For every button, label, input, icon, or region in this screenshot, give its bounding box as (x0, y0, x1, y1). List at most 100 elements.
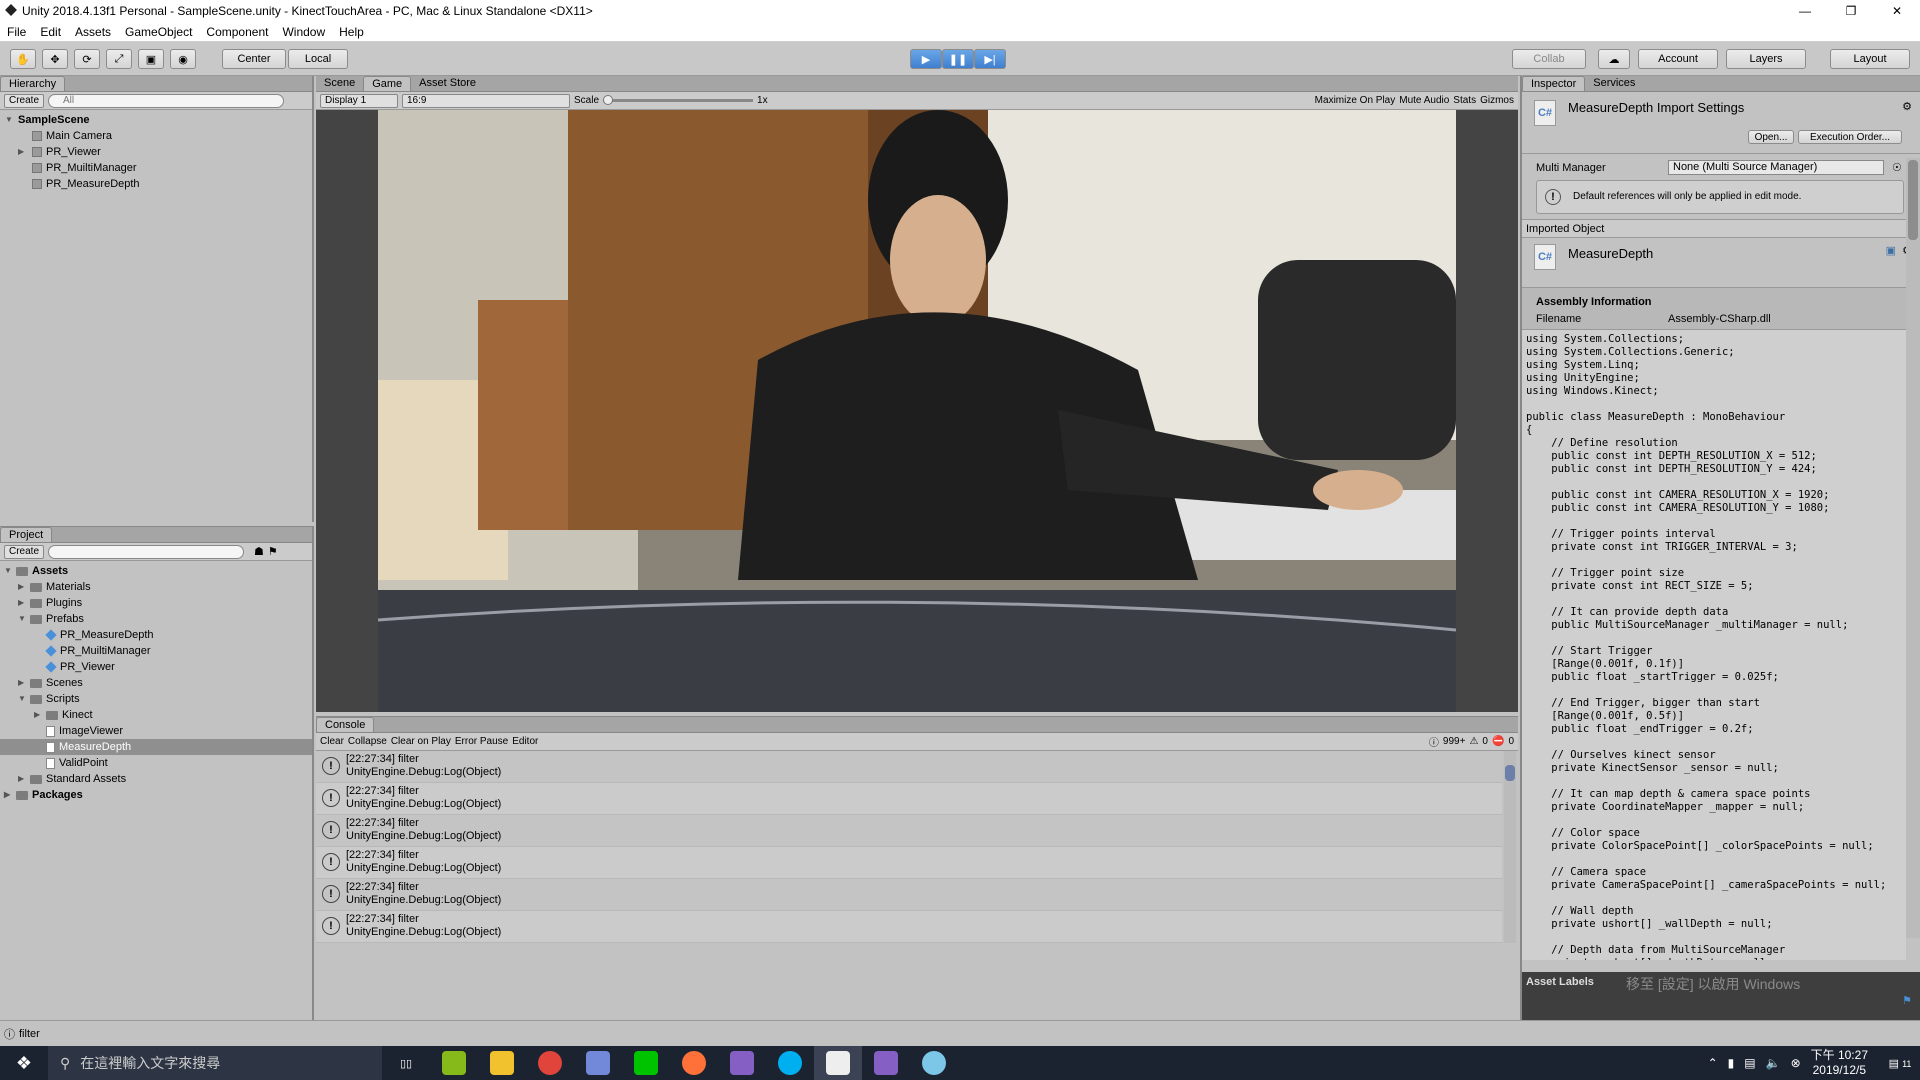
taskbar-app-skype[interactable] (766, 1046, 814, 1080)
tab-game[interactable]: Game (363, 76, 412, 91)
taskbar-app-visual-studio-2[interactable] (862, 1046, 910, 1080)
asset-pr-measuredepth[interactable]: PR_MeasureDepth (0, 627, 312, 643)
console-error-pause-button[interactable]: Error Pause (455, 736, 508, 747)
open-button[interactable]: Open... (1748, 130, 1794, 144)
help-book-icon[interactable]: ▣ (1886, 244, 1896, 257)
aspect-dropdown[interactable]: 16:9 (402, 93, 570, 108)
hierarchy-item-pr-viewer[interactable]: ▶ PR_Viewer (0, 144, 312, 160)
taskbar-app-visual-studio[interactable] (718, 1046, 766, 1080)
scene-root[interactable]: ▼ SampleScene (0, 112, 312, 128)
volume-icon[interactable]: 🔈 (1766, 1056, 1781, 1070)
hand-tool-button[interactable]: ✋ (10, 49, 36, 69)
layout-dropdown[interactable]: Layout (1830, 49, 1910, 69)
rect-tool-button[interactable]: ▣ (138, 49, 164, 69)
inspector-scrollbar[interactable] (1906, 158, 1920, 938)
tab-hierarchy[interactable]: Hierarchy (0, 76, 66, 91)
transform-tool-button[interactable]: ◉ (170, 49, 196, 69)
settings-gear-icon[interactable]: ⚙ (1902, 100, 1912, 113)
folder-scenes[interactable]: ▶ Scenes (0, 675, 312, 691)
move-tool-button[interactable]: ✥ (42, 49, 68, 69)
display-dropdown[interactable]: Display 1 (320, 93, 398, 108)
tag-icon[interactable]: ⚑ (1902, 994, 1912, 1007)
hierarchy-search-input[interactable]: All (48, 93, 285, 108)
folder-standard-assets[interactable]: ▶ Standard Assets (0, 771, 312, 787)
rotate-tool-button[interactable]: ⟳ (74, 49, 100, 69)
show-hidden-icons-icon[interactable]: ⌃ (1708, 1056, 1718, 1070)
folder-materials[interactable]: ▶ Materials (0, 579, 312, 595)
taskbar-app-firefox[interactable] (670, 1046, 718, 1080)
filter-type-icon[interactable]: ☗ (254, 545, 264, 558)
menu-gameobject[interactable]: GameObject (118, 25, 199, 39)
console-entry[interactable]: ! [22:27:34] filter UnityEngine.Debug:Log(… (316, 783, 1502, 815)
taskbar-app-unity[interactable] (814, 1046, 862, 1080)
folder-scripts[interactable]: ▼ Scripts (0, 691, 312, 707)
taskbar-app-chrome[interactable] (526, 1046, 574, 1080)
tab-project[interactable]: Project (0, 527, 53, 542)
task-view-button[interactable]: ▯▯ (382, 1046, 430, 1080)
menu-component[interactable]: Component (199, 25, 275, 39)
hierarchy-item-pr-multimanager[interactable]: PR_MuiltiManager (0, 160, 312, 176)
asset-pr-multimanager[interactable]: PR_MuiltiManager (0, 643, 312, 659)
warning-count[interactable]: 0 (1482, 736, 1488, 747)
script-imageviewer[interactable]: ImageViewer (0, 723, 312, 739)
log-count[interactable]: 999+ (1443, 736, 1466, 747)
console-entry[interactable]: ! [22:27:34] filter UnityEngine.Debug:Log(… (316, 879, 1502, 911)
project-search-input[interactable] (48, 544, 245, 559)
console-entry[interactable]: ! [22:27:34] filter UnityEngine.Debug:Log(… (316, 911, 1502, 943)
console-clear-button[interactable]: Clear (320, 736, 344, 747)
account-dropdown[interactable]: Account (1638, 49, 1718, 69)
taskbar-app-discord[interactable] (574, 1046, 622, 1080)
pause-button[interactable]: ❚❚ (942, 49, 974, 69)
play-button[interactable]: ▶ (910, 49, 942, 69)
collab-button[interactable]: Collab (1512, 49, 1586, 69)
minimize-button[interactable]: — (1782, 0, 1828, 22)
notification-center-button[interactable]: ▤ 11 (1880, 1057, 1920, 1070)
tab-scene[interactable]: Scene (316, 76, 363, 91)
script-measuredepth[interactable]: MeasureDepth (0, 739, 312, 755)
folder-kinect[interactable]: ▶ Kinect (0, 707, 312, 723)
battery-icon[interactable]: ▮ (1728, 1056, 1735, 1070)
close-button[interactable]: ✕ (1874, 0, 1920, 22)
console-entry[interactable]: ! [22:27:34] filter UnityEngine.Debug:Log(… (316, 847, 1502, 879)
layers-dropdown[interactable]: Layers (1726, 49, 1806, 69)
pivot-center-button[interactable]: Center (222, 49, 286, 69)
hierarchy-item-main-camera[interactable]: Main Camera (0, 128, 312, 144)
mute-audio-toggle[interactable]: Mute Audio (1399, 95, 1449, 106)
cloud-button[interactable]: ☁ (1598, 49, 1630, 69)
ime-icon[interactable]: ⊗ (1791, 1056, 1801, 1070)
menu-edit[interactable]: Edit (33, 25, 68, 39)
folder-assets[interactable]: ▼ Assets (0, 563, 312, 579)
network-icon[interactable]: ▤ (1744, 1056, 1755, 1070)
tab-services[interactable]: Services (1585, 76, 1643, 91)
maximize-on-play-toggle[interactable]: Maximize On Play (1315, 95, 1396, 106)
hierarchy-item-pr-measuredepth[interactable]: PR_MeasureDepth (0, 176, 312, 192)
console-collapse-button[interactable]: Collapse (348, 736, 387, 747)
error-count[interactable]: 0 (1508, 736, 1514, 747)
project-create-dropdown[interactable]: Create (4, 544, 45, 559)
taskbar-app-paint[interactable] (910, 1046, 958, 1080)
scale-tool-button[interactable]: ⤢ (106, 49, 132, 69)
maximize-button[interactable]: ❐ (1828, 0, 1874, 22)
tab-asset-store[interactable]: Asset Store (411, 76, 484, 91)
console-entry[interactable]: ! [22:27:34] filter UnityEngine.Debug:Log(… (316, 751, 1502, 783)
console-scrollbar[interactable] (1504, 751, 1516, 943)
label-icon[interactable]: ⚑ (268, 545, 278, 558)
menu-window[interactable]: Window (275, 25, 332, 39)
hierarchy-create-dropdown[interactable]: Create (4, 93, 45, 108)
folder-plugins[interactable]: ▶ Plugins (0, 595, 312, 611)
pivot-local-button[interactable]: Local (288, 49, 348, 69)
menu-file[interactable]: File (0, 25, 33, 39)
tab-console[interactable]: Console (316, 717, 375, 732)
clock[interactable]: 下午 10:27 2019/12/5 (1811, 1048, 1868, 1078)
stats-toggle[interactable]: Stats (1453, 95, 1476, 106)
step-button[interactable]: ▶| (974, 49, 1006, 69)
gizmos-dropdown[interactable]: Gizmos (1480, 95, 1514, 106)
taskbar-app-line[interactable] (622, 1046, 670, 1080)
multi-manager-field[interactable]: None (Multi Source Manager) (1668, 160, 1884, 175)
start-button[interactable]: ❖ (0, 1046, 48, 1080)
script-validpoint[interactable]: ValidPoint (0, 755, 312, 771)
object-picker-icon[interactable]: ☉ (1892, 161, 1902, 174)
taskbar-search-box[interactable]: ⚲ 在這裡輸入文字來搜尋 (48, 1046, 382, 1080)
status-text[interactable]: filter (19, 1028, 40, 1040)
console-clear-on-play-button[interactable]: Clear on Play (391, 736, 451, 747)
